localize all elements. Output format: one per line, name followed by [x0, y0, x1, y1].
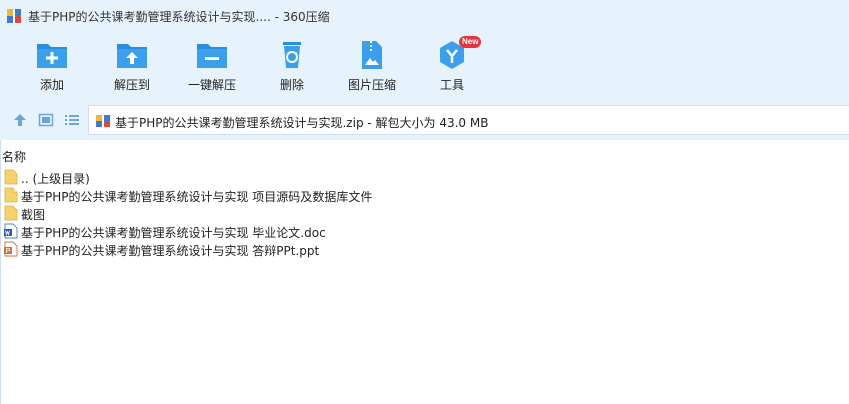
image-compress-button[interactable]: 图片压缩: [332, 38, 412, 98]
title-bar: 基于PHP的公共课考勤管理系统设计与实现.... - 360压缩: [0, 0, 849, 32]
word-document-icon: [4, 223, 18, 239]
file-list: .. (上级目录) 基于PHP的公共课考勤管理系统设计与实现 项目源码及数据库文…: [0, 168, 849, 258]
archive-app-icon: [7, 9, 21, 23]
recycle-delete-icon: [283, 42, 301, 68]
extract-to-button[interactable]: 解压到: [92, 38, 172, 98]
powerpoint-file-icon: [4, 241, 18, 257]
up-arrow-icon[interactable]: [12, 112, 28, 128]
folder-icon: [4, 187, 18, 203]
folder-icon: [4, 205, 18, 221]
extract-to-icon: [117, 44, 147, 68]
list-view-icon[interactable]: [64, 112, 80, 128]
address-text: 基于PHP的公共课考勤管理系统设计与实现.zip - 解包大小为 43.0 MB: [115, 116, 489, 130]
tools-button[interactable]: New 工具: [412, 36, 492, 98]
folder-icon: [4, 169, 18, 185]
one-click-extract-icon: [197, 44, 227, 68]
list-item[interactable]: 截图: [0, 204, 849, 222]
zip-file-icon: [96, 115, 110, 127]
navigation-bar: 基于PHP的公共课考勤管理系统设计与实现.zip - 解包大小为 43.0 MB: [0, 100, 849, 140]
delete-button[interactable]: 删除: [252, 38, 332, 98]
column-header-name[interactable]: 名称: [0, 146, 849, 164]
window-title: 基于PHP的公共课考勤管理系统设计与实现.... - 360压缩: [28, 10, 330, 24]
address-bar[interactable]: 基于PHP的公共课考勤管理系统设计与实现.zip - 解包大小为 43.0 MB: [88, 105, 849, 135]
main-toolbar: 添加 解压到 一键解压 删除 图片压缩 New 工具: [0, 32, 849, 100]
add-folder-icon: [37, 44, 67, 68]
list-item[interactable]: 基于PHP的公共课考勤管理系统设计与实现 毕业论文.doc: [0, 222, 849, 240]
thumbnail-view-icon[interactable]: [38, 112, 54, 128]
list-item[interactable]: 基于PHP的公共课考勤管理系统设计与实现 项目源码及数据库文件: [0, 186, 849, 204]
list-item[interactable]: 基于PHP的公共课考勤管理系统设计与实现 答辩PPt.ppt: [0, 240, 849, 258]
list-item[interactable]: .. (上级目录): [0, 168, 849, 186]
image-compress-icon: [362, 41, 382, 69]
one-click-extract-button[interactable]: 一键解压: [172, 38, 252, 98]
add-button[interactable]: 添加: [12, 38, 92, 98]
new-badge: New: [459, 36, 482, 48]
